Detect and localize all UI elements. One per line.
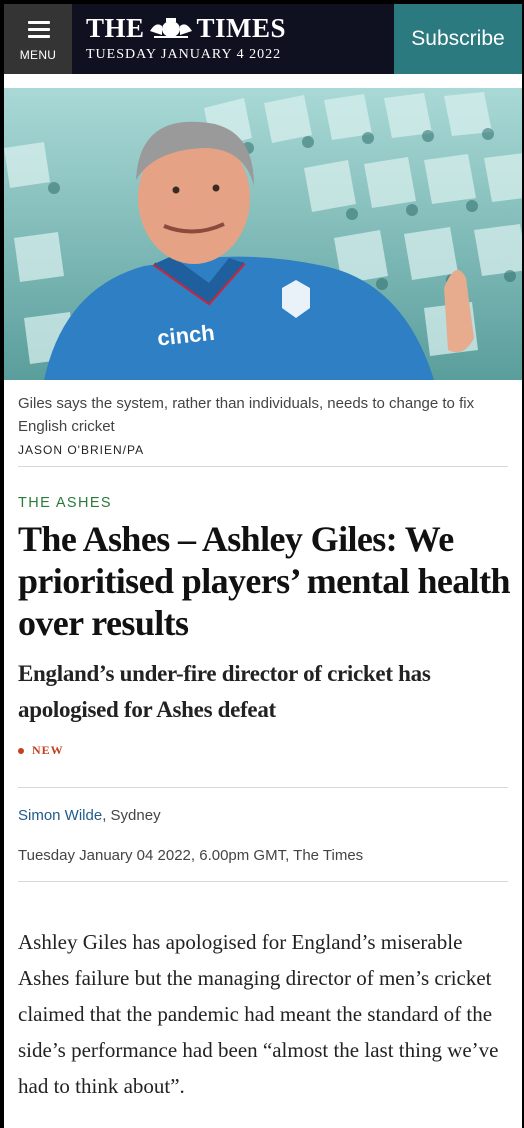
article-body-paragraph: Ashley Giles has apologised for England’… [18,930,499,1098]
image-caption: Giles says the system, rather than indiv… [18,395,475,435]
divider [18,787,508,788]
menu-label: MENU [19,48,57,62]
masthead-logo[interactable]: THE TIMES TUESDAY JANUARY 4 2022 [86,14,286,63]
divider [18,466,508,467]
author-link[interactable]: Simon Wilde [18,807,102,824]
new-badge-label: NEW [32,743,64,757]
byline: Simon Wilde, Sydney [18,807,161,824]
menu-button[interactable]: MENU [4,4,72,74]
hero-photo: cinch [4,88,522,380]
hamburger-icon [28,21,50,42]
byline-location: , Sydney [102,807,161,824]
publish-date: Tuesday January 04 2022, 6.00pm GMT, The… [18,847,364,864]
masthead-date: TUESDAY JANUARY 4 2022 [86,47,282,62]
brand-wordmark: THE TIMES [86,14,286,42]
subscribe-button[interactable]: Subscribe [394,4,522,74]
hero-image: cinch [4,88,522,380]
photo-credit: JASON O'BRIEN/PA [18,443,145,457]
article-headline: The Ashes – Ashley Giles: We prioritised… [18,519,510,643]
new-badge: NEW [18,743,64,758]
top-navigation-bar: MENU THE TIMES TUESDAY JANUARY 4 2022 Su… [4,4,522,74]
brand-left: THE [86,13,145,43]
section-label[interactable]: THE ASHES [18,495,112,511]
royal-crest-icon [149,18,192,38]
live-dot-icon [18,747,24,754]
article-standfirst: England’s under-fire director of cricket… [18,661,431,722]
divider [18,881,508,882]
brand-right: TIMES [196,13,287,43]
page: MENU THE TIMES TUESDAY JANUARY 4 2022 Su… [4,4,522,1128]
